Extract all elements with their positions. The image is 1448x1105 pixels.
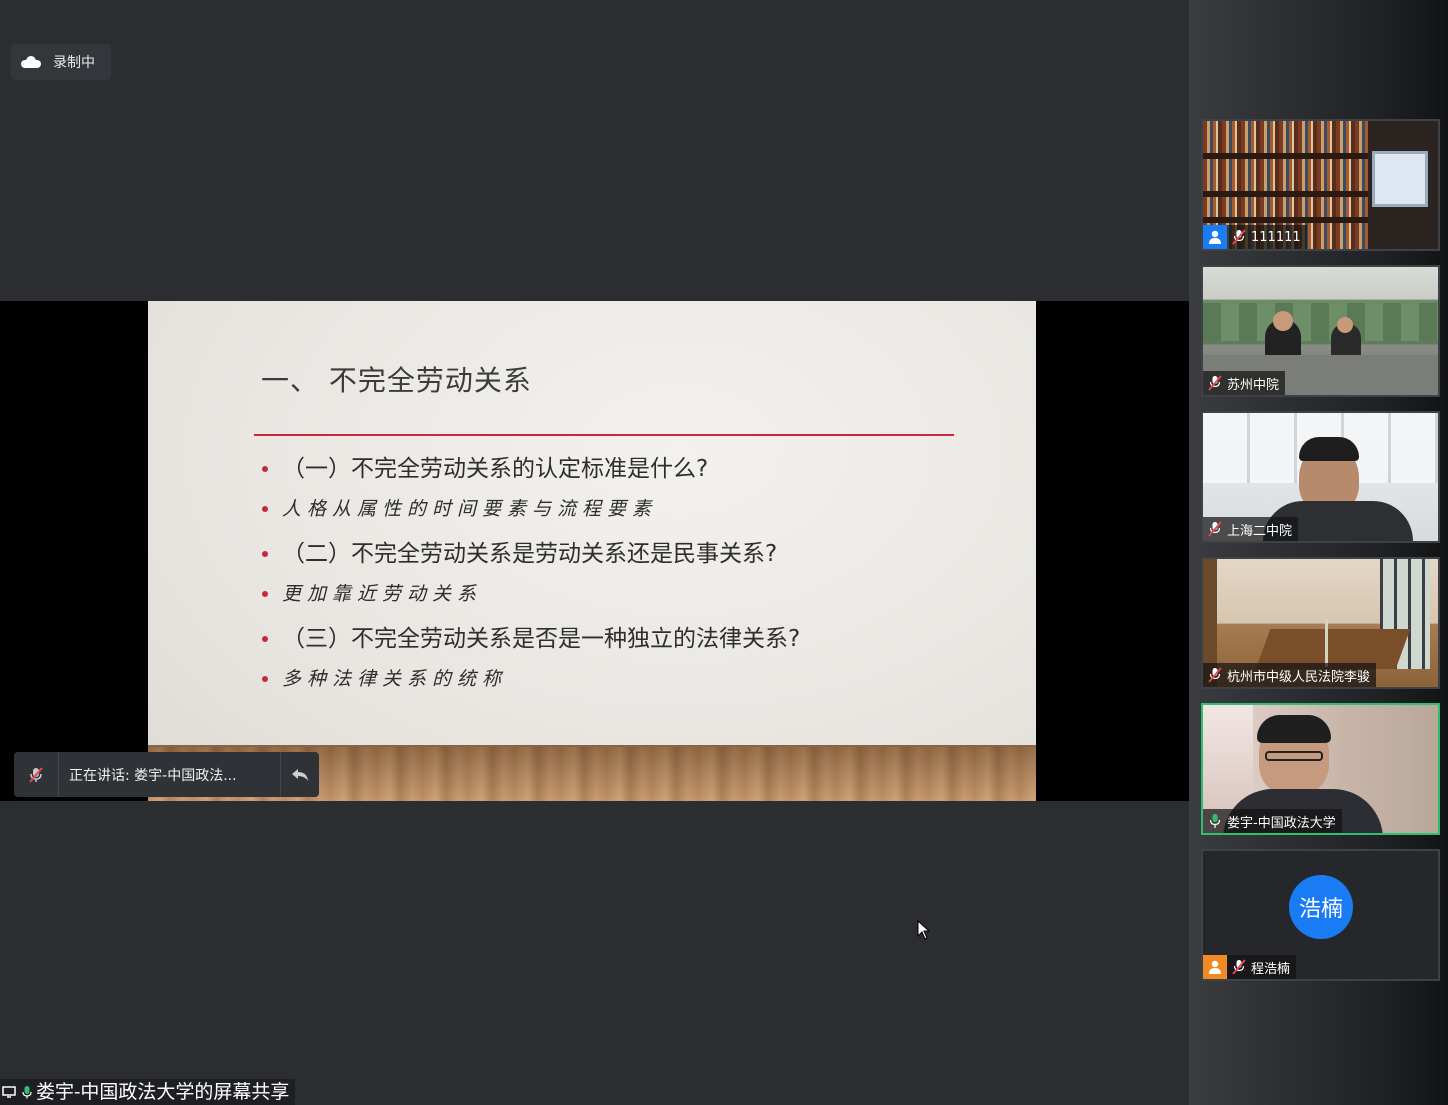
participant-name: 娄宇-中国政法大学: [1227, 815, 1336, 831]
participant-label: 上海二中院: [1203, 517, 1299, 541]
slide-bullet-list: （一）不完全劳动关系的认定标准是什么? 人格从属性的时间要素与流程要素 （二）不…: [260, 451, 940, 706]
user-icon: [1203, 955, 1227, 979]
mic-active-icon: [1203, 809, 1227, 833]
participant-initials-avatar: 浩楠: [1289, 875, 1353, 939]
participant-tile[interactable]: 杭州市中级人民法院李骏: [1201, 557, 1440, 689]
participant-label: 111111: [1203, 225, 1307, 249]
recording-badge[interactable]: 录制中: [11, 44, 111, 80]
active-speaker-label: 正在讲话: 娄宇-中国政法...: [69, 767, 237, 784]
shared-slide: 一、 不完全劳动关系 （一）不完全劳动关系的认定标准是什么? 人格从属性的时间要…: [148, 301, 1036, 801]
participant-name: 程浩楠: [1251, 961, 1291, 977]
slide-bullet-question: （一）不完全劳动关系的认定标准是什么?: [260, 451, 940, 491]
participant-label: 娄宇-中国政法大学: [1203, 809, 1342, 833]
participant-tile[interactable]: 苏州中院: [1201, 265, 1440, 397]
participant-tile[interactable]: 111111: [1201, 119, 1440, 251]
participant-tile-active[interactable]: 娄宇-中国政法大学: [1201, 703, 1440, 835]
slide-bullet-answer: 更加靠近劳动关系: [260, 576, 940, 621]
slide-bullet-answer: 多种法律关系的统称: [260, 661, 940, 706]
user-icon: [1203, 225, 1227, 249]
reply-arrow-icon[interactable]: [280, 752, 319, 797]
mic-active-icon: [22, 1086, 32, 1099]
participant-name: 苏州中院: [1227, 377, 1280, 393]
mic-muted-icon: [1227, 225, 1251, 249]
recording-label: 录制中: [53, 55, 95, 71]
mic-muted-icon: [1227, 955, 1251, 979]
mic-muted-icon: [1203, 371, 1227, 395]
screen-share-owner-label: 娄宇-中国政法大学的屏幕共享: [36, 1081, 290, 1103]
participant-label: 苏州中院: [1203, 371, 1286, 395]
participant-tile[interactable]: 浩楠 程浩楠: [1201, 849, 1440, 981]
participant-name: 111111: [1251, 229, 1301, 245]
mic-muted-icon: [1203, 517, 1227, 541]
screen-share-footer: 娄宇-中国政法大学的屏幕共享: [0, 1079, 296, 1105]
slide-bullet-question: （二）不完全劳动关系是劳动关系还是民事关系?: [260, 536, 940, 576]
active-speaker-bar: 正在讲话: 娄宇-中国政法...: [14, 752, 319, 797]
slide-title: 一、 不完全劳动关系: [261, 364, 532, 397]
slide-bullet-question: （三）不完全劳动关系是否是一种独立的法律关系?: [260, 621, 940, 661]
participant-tile[interactable]: 上海二中院: [1201, 411, 1440, 543]
screen-share-icon: [2, 1086, 16, 1098]
cloud-icon: [21, 56, 41, 68]
participant-label: 杭州市中级人民法院李骏: [1203, 663, 1377, 687]
participant-name: 杭州市中级人民法院李骏: [1227, 669, 1371, 685]
slide-divider: [254, 434, 954, 436]
participant-name: 上海二中院: [1227, 523, 1293, 539]
mic-muted-icon[interactable]: [14, 752, 59, 797]
slide-bullet-answer: 人格从属性的时间要素与流程要素: [260, 491, 940, 536]
mic-muted-icon: [1203, 663, 1227, 687]
participant-label: 程浩楠: [1203, 955, 1297, 979]
